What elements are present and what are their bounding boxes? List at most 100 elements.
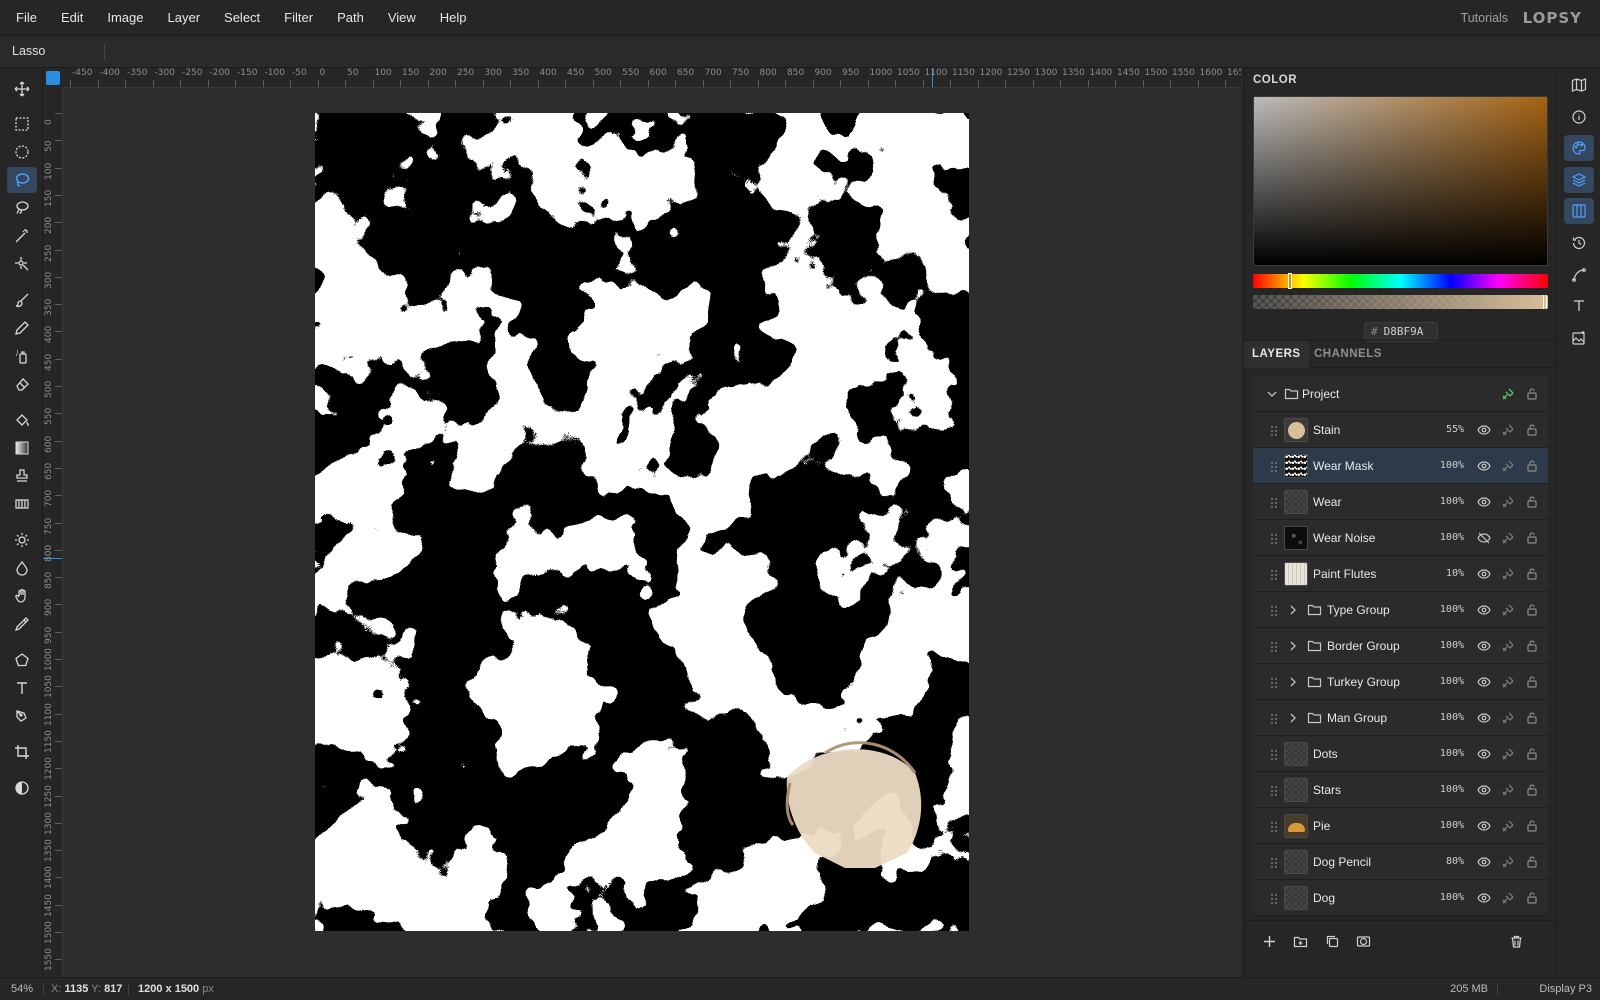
chevron-right-icon[interactable] — [1286, 603, 1300, 617]
layer-row[interactable]: Wear Noise 100% — [1253, 520, 1548, 556]
layer-row[interactable]: Dog 100% — [1253, 880, 1548, 916]
lock-icon[interactable] — [1524, 566, 1540, 582]
hand-tool[interactable] — [7, 583, 37, 609]
lock-icon[interactable] — [1524, 638, 1540, 654]
layer-opacity[interactable]: 10% — [1446, 556, 1464, 592]
link-icon[interactable] — [1500, 458, 1516, 474]
chevron-right-icon[interactable] — [1286, 639, 1300, 653]
menu-edit[interactable]: Edit — [49, 0, 95, 36]
layer-opacity[interactable]: 100% — [1440, 736, 1464, 772]
layer-row[interactable]: Dog Pencil 80% — [1253, 844, 1548, 880]
layer-row[interactable]: Stain 55% — [1253, 412, 1548, 448]
eye-icon[interactable] — [1476, 854, 1492, 870]
menu-path[interactable]: Path — [325, 0, 376, 36]
channels-panel-icon[interactable] — [1564, 198, 1594, 224]
ruler-origin[interactable] — [43, 68, 63, 88]
layer-group-row[interactable]: Man Group 100% — [1253, 700, 1548, 736]
eraser-tool[interactable] — [7, 371, 37, 397]
eye-off-icon[interactable] — [1476, 530, 1492, 546]
add-layer-button[interactable] — [1259, 931, 1279, 951]
layer-opacity[interactable]: 100% — [1440, 520, 1464, 556]
hue-slider[interactable] — [1253, 273, 1548, 289]
gradient-tool[interactable] — [7, 435, 37, 461]
contrast-tool[interactable] — [7, 775, 37, 801]
move-tool[interactable] — [7, 76, 37, 102]
tab-layers[interactable]: LAYERS — [1244, 341, 1309, 368]
drag-handle-icon[interactable] — [1270, 892, 1278, 904]
add-group-button[interactable] — [1290, 931, 1310, 951]
layer-group-row[interactable]: Turkey Group 100% — [1253, 664, 1548, 700]
drag-handle-icon[interactable] — [1270, 784, 1278, 796]
image-adjust-icon[interactable] — [1564, 325, 1594, 351]
pattern-tool[interactable] — [7, 491, 37, 517]
drag-handle-icon[interactable] — [1270, 856, 1278, 868]
drag-handle-icon[interactable] — [1270, 424, 1278, 436]
eye-icon[interactable] — [1476, 566, 1492, 582]
drag-handle-icon[interactable] — [1270, 604, 1278, 616]
chevron-right-icon[interactable] — [1286, 675, 1300, 689]
layer-row[interactable]: Pie 100% — [1253, 808, 1548, 844]
lock-icon[interactable] — [1524, 782, 1540, 798]
layer-group-project[interactable]: Project — [1253, 376, 1548, 412]
quick-select-tool[interactable] — [7, 251, 37, 277]
layer-opacity[interactable]: 100% — [1440, 592, 1464, 628]
alpha-slider-handle[interactable] — [1543, 295, 1547, 309]
layer-opacity[interactable]: 100% — [1440, 628, 1464, 664]
layer-opacity[interactable]: 100% — [1440, 448, 1464, 484]
eye-icon[interactable] — [1476, 890, 1492, 906]
saturation-value-picker[interactable] — [1253, 96, 1548, 266]
layer-opacity[interactable]: 100% — [1440, 880, 1464, 916]
drag-handle-icon[interactable] — [1270, 820, 1278, 832]
eye-icon[interactable] — [1476, 746, 1492, 762]
link-icon[interactable] — [1500, 422, 1516, 438]
pencil-tool[interactable] — [7, 315, 37, 341]
layer-row[interactable]: Wear 100% — [1253, 484, 1548, 520]
menu-layer[interactable]: Layer — [156, 0, 213, 36]
eye-icon[interactable] — [1476, 458, 1492, 474]
magic-wand-tool[interactable] — [7, 223, 37, 249]
text-tool[interactable] — [7, 675, 37, 701]
canvas-workspace[interactable] — [63, 88, 1241, 977]
link-icon[interactable] — [1500, 566, 1516, 582]
pen-tool[interactable] — [7, 703, 37, 729]
link-icon[interactable] — [1500, 710, 1516, 726]
burn-tool[interactable] — [7, 555, 37, 581]
layer-opacity[interactable]: 100% — [1440, 772, 1464, 808]
lock-icon[interactable] — [1524, 458, 1540, 474]
layer-row[interactable]: Dots 100% — [1253, 736, 1548, 772]
drag-handle-icon[interactable] — [1270, 748, 1278, 760]
layer-opacity[interactable]: 100% — [1440, 484, 1464, 520]
paths-icon[interactable] — [1564, 262, 1594, 288]
lock-icon[interactable] — [1524, 890, 1540, 906]
link-icon[interactable] — [1500, 674, 1516, 690]
layer-group-row[interactable]: Border Group 100% — [1253, 628, 1548, 664]
lock-icon[interactable] — [1524, 674, 1540, 690]
lock-icon[interactable] — [1524, 746, 1540, 762]
link-icon[interactable] — [1500, 530, 1516, 546]
lock-icon[interactable] — [1524, 818, 1540, 834]
character-icon[interactable] — [1564, 293, 1594, 319]
layer-row[interactable]: Paint Flutes 10% — [1253, 556, 1548, 592]
lock-icon[interactable] — [1524, 854, 1540, 870]
drag-handle-icon[interactable] — [1270, 532, 1278, 544]
stamp-tool[interactable] — [7, 463, 37, 489]
lock-icon[interactable] — [1524, 422, 1540, 438]
layer-opacity[interactable]: 100% — [1440, 808, 1464, 844]
lock-icon[interactable] — [1524, 386, 1540, 402]
menu-file[interactable]: File — [0, 0, 49, 36]
eye-icon[interactable] — [1476, 710, 1492, 726]
hue-slider-handle[interactable] — [1287, 273, 1292, 289]
crop-tool[interactable] — [7, 739, 37, 765]
menu-view[interactable]: View — [376, 0, 428, 36]
vertical-ruler[interactable]: 0 50 100 150 200 250 300 350 400 450 500 550 600 650 7… — [43, 88, 63, 977]
layers-panel-icon[interactable] — [1564, 167, 1594, 193]
link-icon[interactable] — [1500, 746, 1516, 762]
eyedropper-tool[interactable] — [7, 611, 37, 637]
tutorials-link[interactable]: Tutorials — [1461, 0, 1508, 36]
menu-select[interactable]: Select — [212, 0, 272, 36]
fill-tool[interactable] — [7, 407, 37, 433]
drag-handle-icon[interactable] — [1270, 712, 1278, 724]
info-icon[interactable] — [1564, 104, 1594, 130]
lock-icon[interactable] — [1524, 494, 1540, 510]
link-icon[interactable] — [1500, 782, 1516, 798]
